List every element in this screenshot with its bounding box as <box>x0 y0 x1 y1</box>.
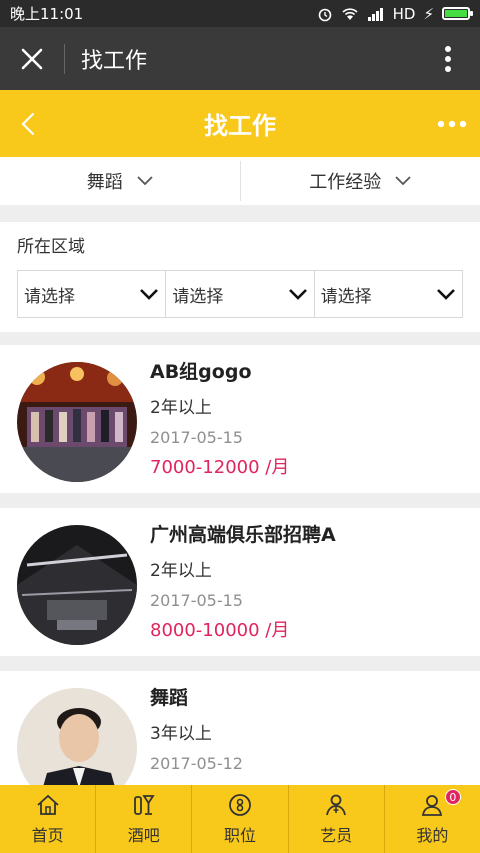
tab-jobs[interactable]: 职位 <box>192 785 289 853</box>
filter-category[interactable]: 舞蹈 <box>0 157 240 205</box>
region-label: 所在区域 <box>17 237 85 257</box>
close-icon <box>21 48 43 69</box>
select-value: 请选择 <box>24 286 75 307</box>
bottom-tab-bar: 首页 酒吧 职位 艺员 我的 0 <box>0 785 480 853</box>
status-time: 晚上11:01 <box>10 5 84 23</box>
region-section: 所在区域 请选择 请选择 请选择 <box>0 222 480 332</box>
district-select[interactable]: 请选择 <box>315 271 462 317</box>
chevron-down-icon <box>137 176 153 186</box>
chevron-down-icon <box>437 289 455 300</box>
job-experience: 2年以上 <box>150 561 212 581</box>
alarm-icon <box>318 8 331 21</box>
wechat-bar: 找工作 <box>0 27 480 90</box>
filter-experience-label: 工作经验 <box>309 172 382 193</box>
close-button[interactable] <box>0 27 64 90</box>
job-date: 2017-05-12 <box>150 754 243 773</box>
tab-artists[interactable]: 艺员 <box>289 785 385 853</box>
tab-label: 首页 <box>31 826 64 845</box>
select-value: 请选择 <box>320 286 372 307</box>
battery-icon <box>442 7 473 20</box>
job-experience: 3年以上 <box>150 724 212 744</box>
job-title: 广州高端俱乐部招聘A <box>150 524 336 546</box>
page-header: 找工作 <box>0 90 480 157</box>
profile-icon <box>419 792 445 818</box>
filter-category-label: 舞蹈 <box>86 172 123 193</box>
chevron-down-icon <box>288 289 307 300</box>
notification-badge: 0 <box>444 789 461 805</box>
chevron-left-icon <box>21 112 35 135</box>
avatar <box>17 362 137 482</box>
back-button[interactable] <box>0 90 56 157</box>
tab-profile[interactable]: 我的 0 <box>385 785 480 853</box>
list-item[interactable]: AB组gogo 2年以上 2017-05-15 7000-12000 /月 <box>0 345 480 493</box>
tab-bar[interactable]: 酒吧 <box>96 785 193 853</box>
more-horizontal-icon <box>437 120 467 127</box>
filter-experience[interactable]: 工作经验 <box>241 157 480 205</box>
select-value: 请选择 <box>172 286 224 307</box>
list-item[interactable]: 广州高端俱乐部招聘A 2年以上 2017-05-15 8000-10000 /月 <box>0 508 480 656</box>
tab-label: 艺员 <box>320 826 353 845</box>
chevron-down-icon <box>140 289 159 300</box>
tab-label: 我的 <box>416 826 449 845</box>
bar-icon <box>131 792 157 818</box>
network-label: HD <box>392 4 416 23</box>
avatar <box>17 525 137 645</box>
province-select[interactable]: 请选择 <box>18 271 167 317</box>
more-vertical-icon <box>445 45 451 72</box>
job-experience: 2年以上 <box>150 398 212 418</box>
wifi-icon <box>342 7 358 20</box>
wechat-title: 找工作 <box>81 48 148 74</box>
page-title: 找工作 <box>204 112 276 140</box>
city-select[interactable]: 请选择 <box>166 271 315 317</box>
job-date: 2017-05-15 <box>150 428 243 447</box>
tab-label: 职位 <box>224 826 257 845</box>
job-date: 2017-05-15 <box>150 591 243 610</box>
signal-icon <box>367 7 383 21</box>
region-selects: 请选择 请选择 请选择 <box>17 270 463 318</box>
filter-bar: 舞蹈 工作经验 <box>0 157 480 205</box>
charging-icon: ⚡ <box>423 4 434 23</box>
tab-label: 酒吧 <box>127 826 160 845</box>
menu-button[interactable] <box>416 27 480 90</box>
job-title: 舞蹈 <box>150 687 189 709</box>
home-icon <box>35 792 61 818</box>
job-salary: 7000-12000 /月 <box>150 457 290 478</box>
tab-home[interactable]: 首页 <box>0 785 97 853</box>
status-bar: 晚上11:01 HD ⚡ <box>0 0 480 27</box>
chevron-down-icon <box>395 176 411 186</box>
job-salary: 8000-10000 /月 <box>150 620 290 641</box>
job-icon <box>227 792 253 818</box>
artist-icon <box>323 792 349 818</box>
job-title: AB组gogo <box>150 361 252 383</box>
more-button[interactable] <box>424 90 480 157</box>
